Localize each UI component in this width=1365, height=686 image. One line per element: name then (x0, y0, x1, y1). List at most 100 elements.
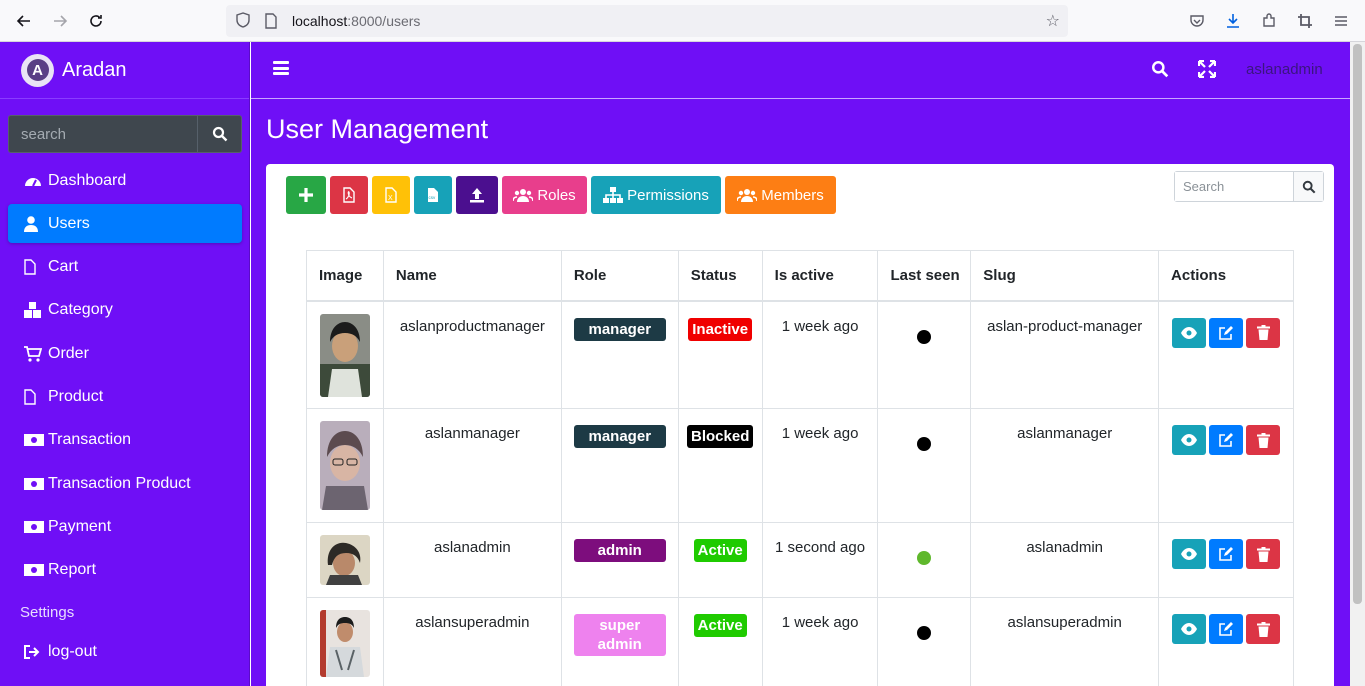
svg-text:csv: csv (429, 195, 437, 200)
reload-icon[interactable] (78, 6, 114, 36)
forward-icon[interactable] (42, 6, 78, 36)
hamburger-menu-icon[interactable] (273, 61, 289, 75)
money-icon (24, 520, 46, 533)
sidebar-item-category[interactable]: Category (8, 291, 242, 330)
actions-cell (1158, 300, 1294, 409)
sidebar-search-button[interactable] (197, 115, 242, 153)
users-icon (737, 189, 758, 202)
name-cell: aslanproductmanager (382, 300, 562, 409)
crop-icon[interactable] (1289, 8, 1321, 34)
avatar[interactable] (319, 535, 370, 585)
browser-toolbar: localhost:8000/users ☆ (0, 0, 1365, 42)
edit-button[interactable] (1209, 539, 1244, 569)
tachometer-icon (24, 174, 46, 188)
edit-icon (1219, 433, 1234, 447)
delete-button[interactable] (1246, 425, 1281, 455)
column-header[interactable]: Actions (1158, 250, 1294, 302)
sidebar-item-product[interactable]: Product (8, 377, 242, 416)
export-pdf-button[interactable] (330, 176, 368, 214)
actions-cell (1158, 522, 1294, 598)
avatar[interactable] (319, 421, 370, 510)
actions-cell (1158, 408, 1294, 523)
sidebar-item-transaction[interactable]: Transaction (8, 421, 242, 460)
brand-logo: A (21, 53, 54, 87)
extensions-icon[interactable] (1253, 8, 1285, 34)
role-cell: manager (560, 408, 679, 523)
users-table: Image Name Role Status Is active Last se… (306, 250, 1294, 686)
avatar[interactable] (319, 610, 370, 677)
page-scrollbar[interactable] (1350, 42, 1365, 686)
bookmark-star-icon[interactable]: ☆ (1046, 11, 1060, 31)
name-cell: aslansuperadmin (382, 597, 562, 686)
status-badge: Blocked (687, 425, 754, 448)
brand-link[interactable]: A Aradan (0, 42, 249, 99)
edit-button[interactable] (1209, 614, 1244, 644)
view-button[interactable] (1172, 425, 1207, 455)
edit-button[interactable] (1209, 317, 1244, 348)
role-cell: super admin (560, 597, 679, 686)
sidebar-item-logout[interactable]: log-out (8, 632, 242, 671)
eye-icon (1181, 326, 1198, 339)
file-icon (24, 259, 46, 275)
permissions-button[interactable]: Permissions (591, 176, 721, 214)
column-header[interactable]: Image (306, 250, 384, 302)
status-badge: Active (693, 614, 747, 637)
column-header[interactable]: Name (382, 250, 562, 302)
import-upload-button[interactable] (456, 176, 498, 214)
table-row: aslanproductmanager manager Inactive 1 w… (306, 300, 1294, 409)
view-button[interactable] (1172, 539, 1207, 569)
fullscreen-icon[interactable] (1197, 59, 1217, 83)
online-status-dot (917, 626, 932, 640)
actions-cell (1158, 597, 1294, 686)
delete-button[interactable] (1246, 539, 1281, 569)
online-status-dot (917, 329, 932, 344)
trash-icon (1256, 325, 1270, 340)
column-header[interactable]: Last seen (877, 250, 972, 302)
sidebar-item-dashboard[interactable]: Dashboard (8, 161, 242, 200)
sidebar-item-users[interactable]: Users (8, 204, 242, 244)
export-csv-button[interactable]: csv (414, 176, 452, 214)
role-cell: admin (560, 522, 679, 598)
avatar[interactable] (319, 313, 370, 397)
column-header[interactable]: Status (677, 250, 763, 302)
view-button[interactable] (1172, 614, 1207, 644)
add-user-button[interactable] (286, 176, 326, 214)
column-header[interactable]: Is active (761, 250, 879, 302)
members-button[interactable]: Members (725, 176, 836, 214)
navbar-username[interactable]: aslanadmin (1246, 61, 1323, 78)
navbar-search-icon[interactable] (1151, 60, 1169, 83)
csv-file-icon: csv (428, 188, 438, 202)
url-bar[interactable]: localhost:8000/users ☆ (226, 5, 1068, 37)
sidebar-item-transaction-product[interactable]: Transaction Product (8, 464, 242, 503)
is-active-cell: 1 week ago (761, 408, 879, 523)
delete-button[interactable] (1246, 614, 1281, 644)
scrollbar-thumb[interactable] (1353, 44, 1362, 604)
sidebar-search-input[interactable] (8, 115, 197, 153)
file-icon (24, 389, 46, 405)
column-header[interactable]: Role (560, 250, 679, 302)
sidebar-item-label: Order (48, 344, 89, 362)
image-cell (306, 522, 384, 598)
sidebar-item-report[interactable]: Report (8, 551, 242, 590)
download-icon[interactable] (1217, 8, 1249, 34)
delete-button[interactable] (1246, 317, 1281, 348)
sidebar-item-cart[interactable]: Cart (8, 248, 242, 287)
view-button[interactable] (1172, 317, 1207, 348)
cubes-icon (24, 302, 46, 319)
sidebar-item-payment[interactable]: Payment (8, 507, 242, 546)
menu-icon[interactable] (1325, 8, 1357, 34)
image-cell (306, 300, 384, 409)
table-search-input[interactable] (1175, 172, 1293, 201)
roles-button[interactable]: Roles (502, 176, 587, 214)
table-search-button[interactable] (1293, 172, 1323, 201)
sidebar-item-order[interactable]: Order (8, 334, 242, 373)
pocket-icon[interactable] (1181, 8, 1213, 34)
edit-button[interactable] (1209, 425, 1244, 455)
sidebar-item-label: Dashboard (48, 171, 127, 189)
last-seen-cell (877, 300, 972, 409)
upload-icon (470, 188, 484, 203)
table-row: aslansuperadmin super admin Active 1 wee… (306, 597, 1294, 686)
export-excel-button[interactable]: X (372, 176, 410, 214)
column-header[interactable]: Slug (970, 250, 1160, 302)
back-icon[interactable] (6, 6, 42, 36)
